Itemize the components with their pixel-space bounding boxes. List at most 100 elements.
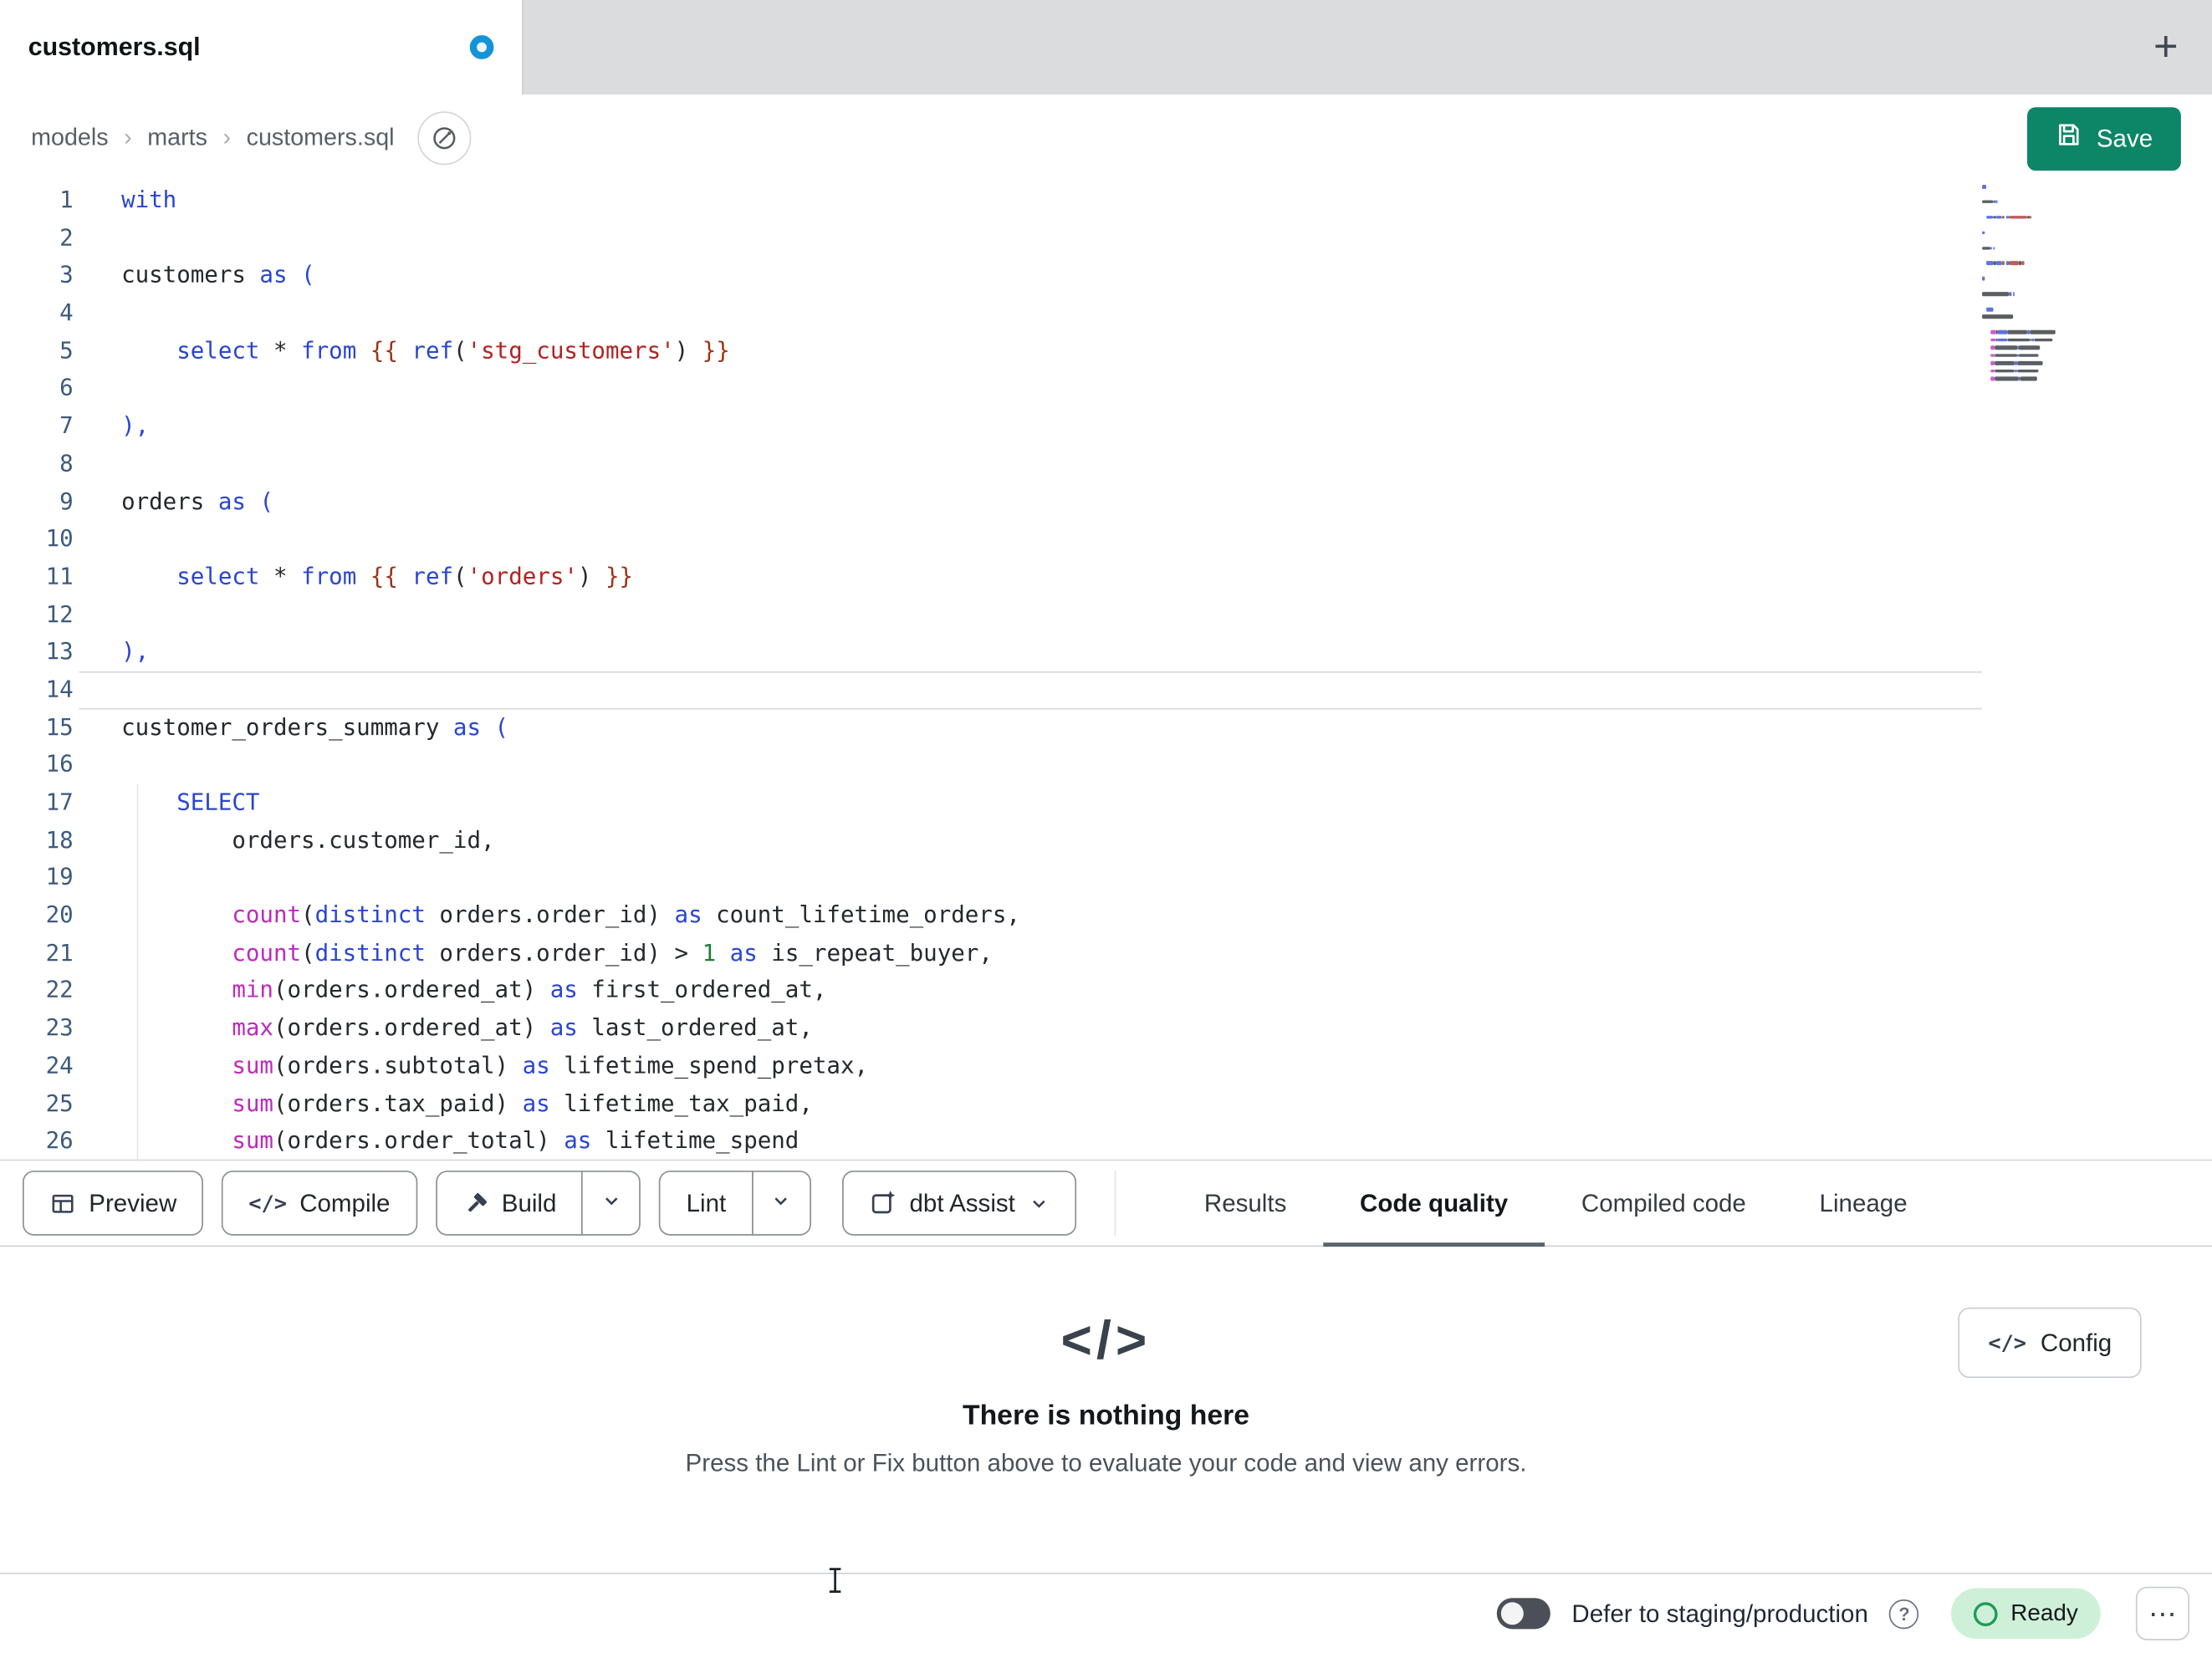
code-line[interactable]: sum(orders.order_total) as lifetime_spen…	[121, 1123, 2212, 1160]
code-token: *	[259, 562, 302, 589]
lint-button[interactable]: Lint	[659, 1171, 754, 1236]
defer-toggle[interactable]	[1497, 1598, 1551, 1630]
code-line[interactable]	[121, 446, 2212, 483]
code-icon: </>	[248, 1190, 288, 1217]
minimap-line	[1982, 254, 2109, 258]
line-number: 13	[45, 637, 74, 665]
code-lines[interactable]: with customers as ( select * from {{ ref(…	[79, 182, 2212, 1160]
line-number: 16	[45, 750, 74, 778]
build-button[interactable]: Build	[435, 1171, 584, 1236]
code-token: customer_orders_summary	[121, 712, 453, 740]
minimap-token	[1996, 261, 2001, 266]
code-token: as	[522, 1052, 550, 1079]
minimap[interactable]	[1982, 184, 2109, 384]
line-number: 10	[45, 524, 74, 552]
code-line[interactable]	[121, 295, 2212, 333]
save-button[interactable]: Save	[2027, 106, 2181, 171]
more-options-button[interactable]: ⋯	[2135, 1586, 2190, 1640]
code-line[interactable]	[121, 370, 2212, 408]
minimap-line	[1982, 277, 2109, 281]
minimap-token	[1986, 261, 1994, 266]
tab-results[interactable]: Results	[1167, 1161, 1323, 1245]
breadcrumb-customers-sql[interactable]: customers.sql	[247, 124, 395, 152]
code-line[interactable]: orders as (	[121, 483, 2212, 521]
code-token: 'stg_customers'	[467, 336, 675, 364]
code-token: ),	[121, 637, 150, 665]
chevron-down-icon	[770, 1191, 791, 1216]
minimap-token	[2034, 338, 2053, 342]
code-token: as	[674, 901, 702, 929]
line-number: 15	[45, 712, 74, 740]
code-editor[interactable]: 1 2 3 4 5 6 7 8 9 10 11 12 13 14 15 16 17 18 19 20 21 22 23 24 2…	[0, 181, 2212, 1160]
code-line[interactable]: count(distinct orders.order_id) > 1 as i…	[121, 935, 2212, 972]
minimap-token	[2029, 215, 2032, 220]
minimap-line	[1982, 261, 2109, 266]
minimap-token	[2012, 292, 2014, 296]
code-line[interactable]	[121, 220, 2212, 258]
minimap-line	[1982, 215, 2109, 220]
save-button-label: Save	[2096, 123, 2153, 152]
code-line[interactable]: ),	[121, 634, 2212, 671]
unsaved-indicator-icon	[469, 35, 494, 59]
code-line[interactable]: min(orders.ordered_at) as first_ordered_…	[121, 972, 2212, 1010]
code-token: select	[176, 562, 260, 589]
tab-code-quality[interactable]: Code quality	[1323, 1161, 1545, 1247]
code-line[interactable]	[121, 596, 2212, 634]
code-line[interactable]: with	[121, 182, 2212, 220]
code-line[interactable]: select * from {{ ref('orders') }}	[121, 559, 2212, 596]
code-token: (	[453, 562, 467, 589]
minimap-line	[1982, 238, 2109, 242]
code-line[interactable]: orders.customer_id,	[121, 822, 2212, 860]
code-token: {{	[370, 562, 398, 589]
code-line[interactable]: max(orders.ordered_at) as last_ordered_a…	[121, 1010, 2212, 1048]
code-line[interactable]	[79, 671, 1983, 709]
table-icon	[49, 1190, 76, 1217]
save-floppy-icon	[2056, 121, 2082, 155]
status-badge[interactable]: Ready	[1951, 1588, 2101, 1640]
code-line[interactable]	[121, 747, 2212, 784]
help-icon[interactable]: ?	[1889, 1599, 1919, 1629]
minimap-line	[1982, 269, 2109, 273]
code-token: orders.order_id) >	[425, 939, 702, 967]
code-token: as	[564, 1127, 592, 1155]
lint-dropdown-button[interactable]	[751, 1171, 811, 1236]
code-line[interactable]: select * from {{ ref('stg_customers') }}	[121, 333, 2212, 370]
code-line[interactable]: count(distinct orders.order_id) as count…	[121, 897, 2212, 935]
build-dropdown-button[interactable]	[581, 1171, 641, 1236]
chevron-right-icon: ›	[222, 124, 232, 151]
code-line[interactable]: ),	[121, 408, 2212, 446]
tab-lineage[interactable]: Lineage	[1783, 1161, 1944, 1245]
preview-button[interactable]: Preview	[22, 1171, 204, 1236]
code-line[interactable]: SELECT	[121, 784, 2212, 822]
code-token: )	[577, 562, 605, 589]
code-line[interactable]	[121, 521, 2212, 559]
code-token: (	[301, 901, 315, 929]
status-bar: Defer to staging/production ? Ready ⋯	[0, 1572, 2212, 1653]
minimap-token	[1994, 360, 2015, 365]
new-tab-button[interactable]: +	[2153, 25, 2179, 69]
line-number: 25	[45, 1089, 74, 1117]
code-line[interactable]: customer_orders_summary as (	[121, 709, 2212, 747]
minimap-line	[1982, 184, 2109, 189]
code-token: *	[259, 336, 302, 364]
line-number: 22	[45, 977, 74, 1004]
line-number: 21	[45, 939, 74, 967]
code-line[interactable]: sum(orders.subtotal) as lifetime_spend_p…	[121, 1048, 2212, 1085]
breadcrumb-marts[interactable]: marts	[147, 124, 207, 152]
code-token: ref	[411, 336, 454, 364]
compile-button[interactable]: </> Compile	[222, 1171, 417, 1236]
minimap-line	[1982, 369, 2109, 373]
code-line[interactable]: sum(orders.tax_paid) as lifetime_tax_pai…	[121, 1085, 2212, 1123]
tab-compiled-code[interactable]: Compiled code	[1545, 1161, 1783, 1245]
file-tab-customers-sql[interactable]: customers.sql	[0, 0, 524, 95]
dbt-assist-button[interactable]: dbt Assist	[841, 1171, 1076, 1236]
minimap-token	[1996, 200, 1998, 204]
minimap-line	[1982, 200, 2109, 204]
line-number: 17	[45, 788, 74, 816]
code-line[interactable]: customers as (	[121, 258, 2212, 295]
copilot-icon[interactable]	[416, 111, 471, 166]
code-line[interactable]	[121, 860, 2212, 897]
breadcrumb-models[interactable]: models	[31, 124, 108, 152]
empty-state: </> There is nothing here Press the Lint…	[0, 1312, 2212, 1478]
minimap-line	[1982, 223, 2109, 227]
